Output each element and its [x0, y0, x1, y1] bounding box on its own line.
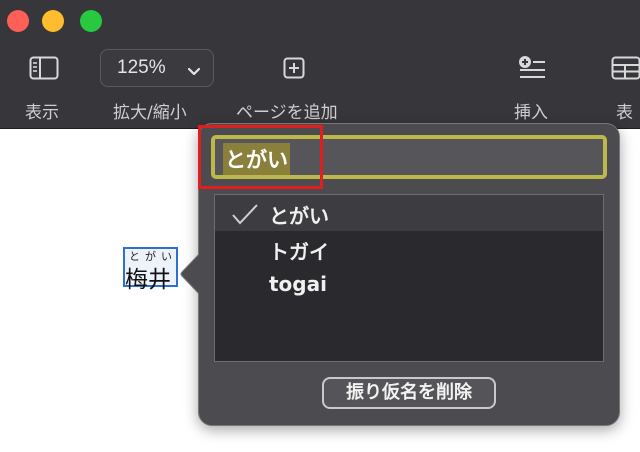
add-page-icon[interactable] [283, 57, 305, 83]
minimize-window-button[interactable] [42, 10, 64, 32]
chevron-down-icon [187, 62, 201, 81]
close-window-button[interactable] [7, 10, 29, 32]
table-label: 表 [616, 103, 633, 123]
candidate-item-1[interactable]: トガイ [215, 231, 603, 267]
sidebar-view-icon[interactable] [29, 56, 59, 84]
popover-arrow [180, 250, 203, 300]
window-toolbar: 表示 125% 拡大/縮小 ページを追加 挿入 表 [0, 0, 640, 129]
insert-label: 挿入 [514, 103, 548, 123]
zoom-select[interactable]: 125% [100, 49, 214, 87]
candidate-item-2[interactable]: togai [215, 267, 603, 303]
base-text: 梅井 [125, 267, 171, 293]
ruby-text-selection[interactable]: とがい 梅井 [123, 247, 178, 293]
checkmark-icon [231, 203, 259, 230]
zoom-value: 125% [117, 57, 166, 78]
zoom-label: 拡大/縮小 [113, 103, 187, 123]
candidate-item-0[interactable]: とがい [215, 195, 603, 231]
candidate-label: トガイ [269, 240, 329, 264]
add-page-label: ページを追加 [236, 103, 338, 123]
insert-list-icon[interactable] [518, 55, 546, 85]
annotation-highlight-box [198, 125, 323, 189]
remove-ruby-button[interactable]: 振り仮名を削除 [322, 377, 496, 409]
candidate-label: とがい [269, 204, 329, 228]
table-icon[interactable] [611, 56, 640, 84]
ruby-candidate-list[interactable]: とがい トガイ togai [214, 194, 604, 362]
view-label: 表示 [25, 103, 59, 123]
zoom-window-button[interactable] [80, 10, 102, 32]
candidate-label: togai [269, 272, 327, 296]
